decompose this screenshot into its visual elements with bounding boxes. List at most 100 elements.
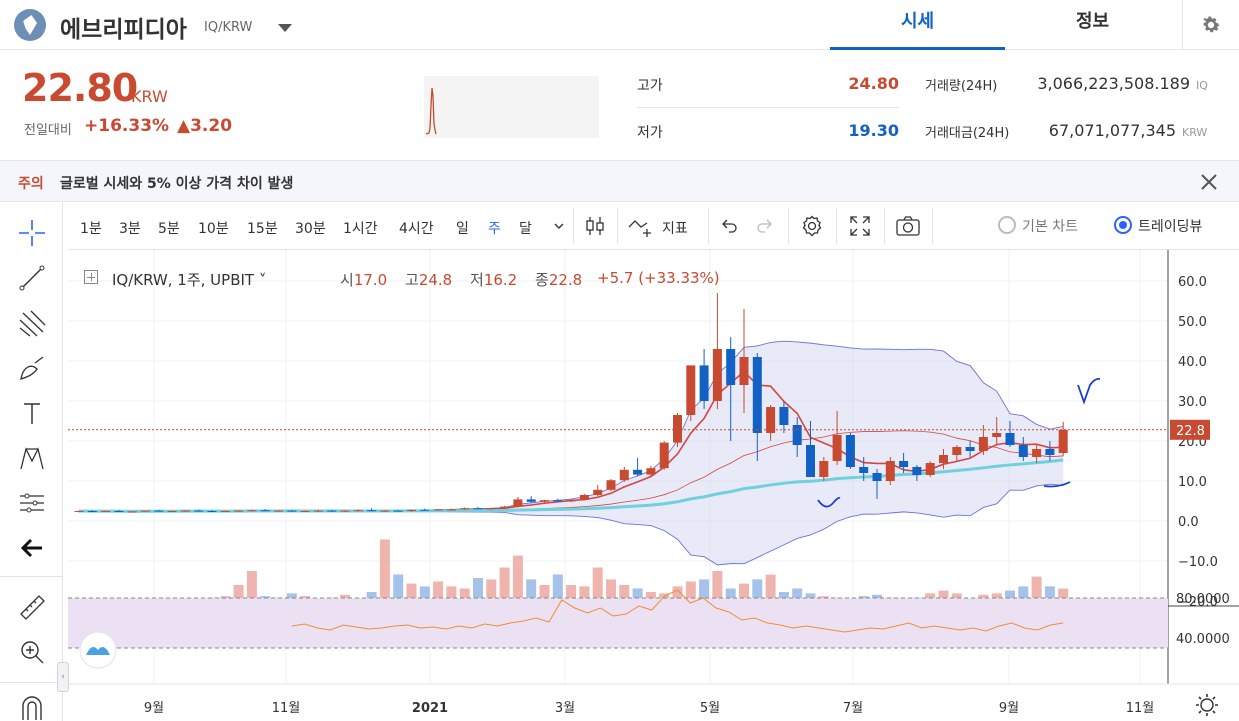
timeframe-1m[interactable]: 1분 — [80, 218, 102, 238]
candles-icon — [586, 217, 604, 235]
basic-chart-radio[interactable] — [998, 216, 1016, 234]
candle-body — [939, 455, 948, 463]
time-axis-label: 11월 — [272, 701, 301, 716]
annotation-check-mark — [1077, 377, 1101, 405]
trendline-tool[interactable] — [14, 260, 50, 296]
candle-body — [473, 508, 483, 510]
gear-icon — [1203, 16, 1220, 33]
toolbar-divider — [617, 208, 618, 244]
camera-icon — [896, 216, 920, 236]
crosshair-icon — [19, 220, 45, 246]
timeframe-15m[interactable]: 15분 — [247, 218, 278, 238]
change-amount: ▲3.20 — [177, 116, 233, 136]
change-rate: +16.33% — [84, 116, 170, 136]
tab-price[interactable]: 시세 — [830, 0, 1005, 50]
chart-settings-button[interactable] — [797, 212, 827, 240]
tab-info[interactable]: 정보 — [1005, 0, 1180, 50]
candle-body — [393, 510, 403, 512]
legend-low: 저16.2 — [470, 271, 518, 289]
time-axis-label: 9월 — [999, 701, 1019, 716]
screenshot-button[interactable] — [893, 212, 923, 240]
brush-icon — [20, 356, 44, 380]
timeframe-30m[interactable]: 30분 — [295, 218, 326, 238]
legend-open: 시17.0 — [340, 271, 388, 289]
candle-body — [978, 437, 988, 451]
ruler-icon — [20, 595, 45, 620]
legend-symbol[interactable]: IQ/KRW, 1주, UPBIT ˅ — [112, 269, 266, 290]
tradingview-label[interactable]: 트레이딩뷰 — [1138, 216, 1202, 236]
chevron-down-icon[interactable] — [278, 24, 292, 32]
timeframe-10m[interactable]: 10분 — [198, 218, 229, 238]
current-price: 22.80 — [22, 66, 138, 110]
back-tool[interactable] — [14, 530, 50, 566]
pitchfork-tool[interactable] — [14, 305, 50, 341]
timeframe-month[interactable]: 달 — [519, 218, 532, 238]
timeframe-5m[interactable]: 5분 — [158, 218, 180, 238]
candle-body — [859, 467, 869, 473]
undo-button[interactable] — [714, 212, 744, 240]
candle-body — [686, 365, 696, 415]
candle-body — [766, 407, 776, 433]
notice-tag: 주의 — [18, 176, 44, 192]
rsi-band-fill — [68, 598, 1168, 648]
timeframe-3m[interactable]: 3분 — [119, 218, 141, 238]
candle-body — [925, 463, 935, 475]
measure-range-tool[interactable] — [14, 485, 50, 521]
low-value: 19.30 — [848, 121, 899, 140]
candle-body — [460, 508, 470, 510]
legend-high: 고24.8 — [405, 271, 453, 289]
candle-body — [673, 415, 682, 443]
timeframe-more-button[interactable] — [544, 212, 574, 240]
indicator-icon-wrap[interactable] — [626, 212, 656, 240]
ruler-tool[interactable] — [14, 589, 50, 625]
text-tool[interactable] — [14, 395, 50, 431]
timeframe-1h[interactable]: 1시간 — [343, 218, 378, 238]
candle-body — [606, 480, 616, 490]
rsi-axis-label: 80.0000 — [1176, 592, 1230, 607]
candle-body — [1058, 429, 1068, 453]
bollinger-band-fill — [79, 341, 1064, 565]
redo-button[interactable] — [750, 212, 780, 240]
toolbar-divider — [788, 208, 789, 244]
volume-unit: IQ — [1196, 79, 1208, 92]
price-chart-svg[interactable]: 60.050.040.030.020.010.00.0−10.0−20.022.… — [68, 250, 1239, 721]
high-label: 고가 — [637, 78, 663, 94]
candle-body — [87, 511, 97, 512]
legend-collapse-icon[interactable] — [84, 270, 98, 284]
candle-body — [420, 509, 430, 511]
magnet-tool[interactable] — [14, 690, 50, 720]
fullscreen-button[interactable] — [845, 212, 875, 240]
coin-name[interactable]: 에브리피디아 — [60, 10, 187, 44]
chart-type-button[interactable] — [580, 212, 610, 240]
candle-body — [619, 469, 629, 481]
timeframe-day[interactable]: 일 — [456, 218, 469, 238]
candle-body — [712, 349, 722, 401]
indicator-button[interactable]: 지표 — [662, 218, 688, 238]
timeframe-4h[interactable]: 4시간 — [399, 218, 434, 238]
basic-chart-label[interactable]: 기본 차트 — [1022, 216, 1078, 236]
candle-body — [327, 510, 337, 512]
notice-close-button[interactable] — [1196, 170, 1222, 194]
axis-gear-teeth — [1196, 694, 1218, 716]
chevron-down-icon — [554, 223, 564, 229]
coin-logo-icon — [14, 9, 46, 41]
price-axis-label: −10.0 — [1178, 555, 1218, 570]
pattern-tool[interactable] — [14, 440, 50, 476]
settings-button[interactable] — [1182, 0, 1239, 50]
candle-body — [353, 510, 363, 512]
brush-tool[interactable] — [14, 350, 50, 386]
zoom-tool[interactable] — [14, 634, 50, 670]
coin-pair[interactable]: IQ/KRW — [204, 20, 252, 35]
candle-body — [367, 510, 377, 512]
candle-body — [287, 510, 297, 512]
tradingview-radio[interactable] — [1114, 216, 1132, 234]
price-chart[interactable]: 60.0 50.0 40.0 30.0 20.0 10.0 0.0 −10.0 −20.0 22.… — [68, 250, 1239, 721]
candle-body — [260, 510, 270, 512]
candle-body — [806, 445, 815, 477]
panel-toggle-tab[interactable]: ‹ — [57, 662, 69, 692]
timeframe-week[interactable]: 주 — [488, 218, 501, 238]
candle-body — [633, 469, 643, 475]
text-icon — [24, 403, 40, 424]
candle-body — [207, 511, 217, 512]
crosshair-tool[interactable] — [14, 215, 50, 251]
